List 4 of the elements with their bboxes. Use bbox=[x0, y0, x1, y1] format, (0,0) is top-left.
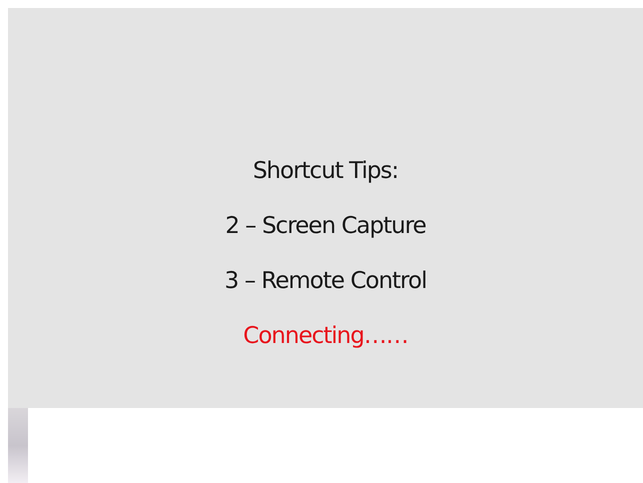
shortcut-tip: 2 – Screen Capture bbox=[225, 212, 426, 241]
connection-status: Connecting…… bbox=[243, 322, 408, 351]
shortcut-tip: 3 – Remote Control bbox=[224, 267, 426, 296]
tips-title: Shortcut Tips: bbox=[252, 157, 398, 186]
